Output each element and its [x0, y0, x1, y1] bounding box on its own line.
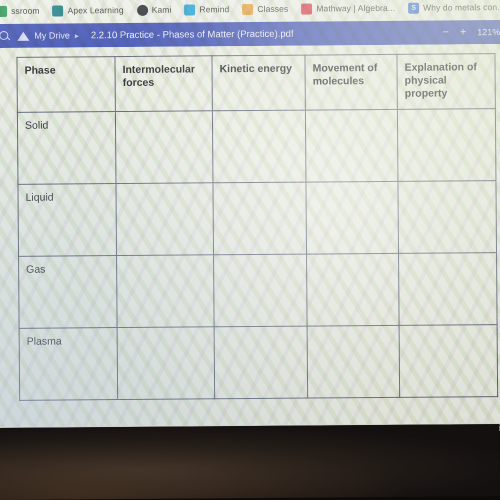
table-row: Solid [17, 108, 496, 185]
bookmark-label: ssroom [11, 5, 40, 16]
bookmark-label: Apex Learning [67, 4, 124, 16]
table-row: Liquid [17, 180, 497, 257]
cell-gas-explanation[interactable] [398, 252, 498, 326]
bookmark-label: Kami [151, 4, 172, 15]
bookmark-classes[interactable]: Classes [242, 3, 289, 15]
socratic-icon: S [408, 2, 420, 14]
classroom-icon [0, 5, 8, 17]
mathway-icon [301, 3, 313, 15]
cell-gas-kinetic-energy[interactable] [213, 254, 308, 327]
row-label-liquid: Liquid [17, 183, 117, 257]
google-drive-icon [17, 30, 29, 41]
column-header-intermolecular-forces: Intermolecular forces [114, 55, 213, 112]
zoom-level-value: 121% [477, 27, 500, 38]
breadcrumb: My Drive ▸ 2.2.10 Practice - Phases of M… [0, 27, 294, 42]
phases-of-matter-table: Phase Intermolecular forces Kinetic ener… [16, 53, 498, 401]
search-icon[interactable] [0, 29, 11, 42]
kami-icon [136, 4, 148, 16]
classes-icon [242, 3, 254, 15]
cell-plasma-explanation[interactable] [399, 324, 498, 398]
zoom-in-button[interactable]: + [460, 26, 467, 38]
cell-gas-movement[interactable] [306, 253, 400, 327]
zoom-out-button[interactable]: − [442, 26, 449, 38]
cell-solid-movement[interactable] [305, 109, 398, 183]
cell-liquid-explanation[interactable] [397, 180, 497, 254]
row-label-solid: Solid [17, 111, 116, 185]
bookmark-socratic[interactable]: S Why do metals con... [408, 2, 500, 14]
remind-icon [184, 3, 196, 16]
bookmark-label: Why do metals con... [423, 2, 500, 13]
pdf-page: Phase Intermolecular forces Kinetic ener… [0, 43, 500, 435]
column-header-kinetic-energy: Kinetic energy [211, 55, 306, 111]
bookmark-label: Mathway | Algebra... [316, 2, 396, 14]
table-row: Gas [18, 252, 498, 329]
bookmark-mathway[interactable]: Mathway | Algebra... [301, 2, 396, 15]
bookmark-label: Remind [199, 4, 230, 15]
bookmark-kami[interactable]: Kami [136, 4, 172, 16]
bookmark-remind[interactable]: Remind [184, 3, 230, 16]
column-header-explanation: Explanation of physical property [396, 53, 496, 110]
row-label-plasma: Plasma [19, 327, 118, 401]
cell-liquid-kinetic-energy[interactable] [212, 182, 307, 255]
row-label-gas: Gas [18, 255, 118, 329]
cell-liquid-intermolecular-forces[interactable] [115, 182, 214, 256]
cell-liquid-movement[interactable] [305, 181, 399, 255]
cell-plasma-intermolecular-forces[interactable] [117, 326, 215, 400]
bookmark-apex-learning[interactable]: Apex Learning [52, 4, 124, 17]
cell-solid-intermolecular-forces[interactable] [115, 110, 213, 184]
photographed-screen: ssroom Apex Learning Kami Remind Classes [0, 0, 500, 500]
chevron-right-icon: ▸ [74, 30, 79, 40]
bookmark-classroom[interactable]: ssroom [0, 5, 40, 17]
breadcrumb-my-drive[interactable]: My Drive [34, 30, 70, 40]
bookmark-label: Classes [257, 3, 289, 14]
cell-plasma-kinetic-energy[interactable] [214, 326, 308, 399]
cell-plasma-movement[interactable] [307, 325, 400, 399]
zoom-controls: − + 121% [442, 26, 500, 38]
apex-learning-icon [52, 4, 64, 17]
cell-gas-intermolecular-forces[interactable] [116, 254, 215, 328]
cell-solid-kinetic-energy[interactable] [212, 110, 306, 183]
table-header-row: Phase Intermolecular forces Kinetic ener… [16, 53, 496, 113]
table-row: Plasma [19, 324, 498, 401]
column-header-phase: Phase [16, 56, 116, 113]
monitor-bezel [0, 424, 500, 500]
monitor-screen-area: ssroom Apex Learning Kami Remind Classes [0, 0, 500, 435]
column-header-movement-of-molecules: Movement of molecules [304, 54, 398, 111]
document-title: 2.2.10 Practice - Phases of Matter (Prac… [90, 28, 294, 41]
cell-solid-explanation[interactable] [397, 108, 496, 182]
